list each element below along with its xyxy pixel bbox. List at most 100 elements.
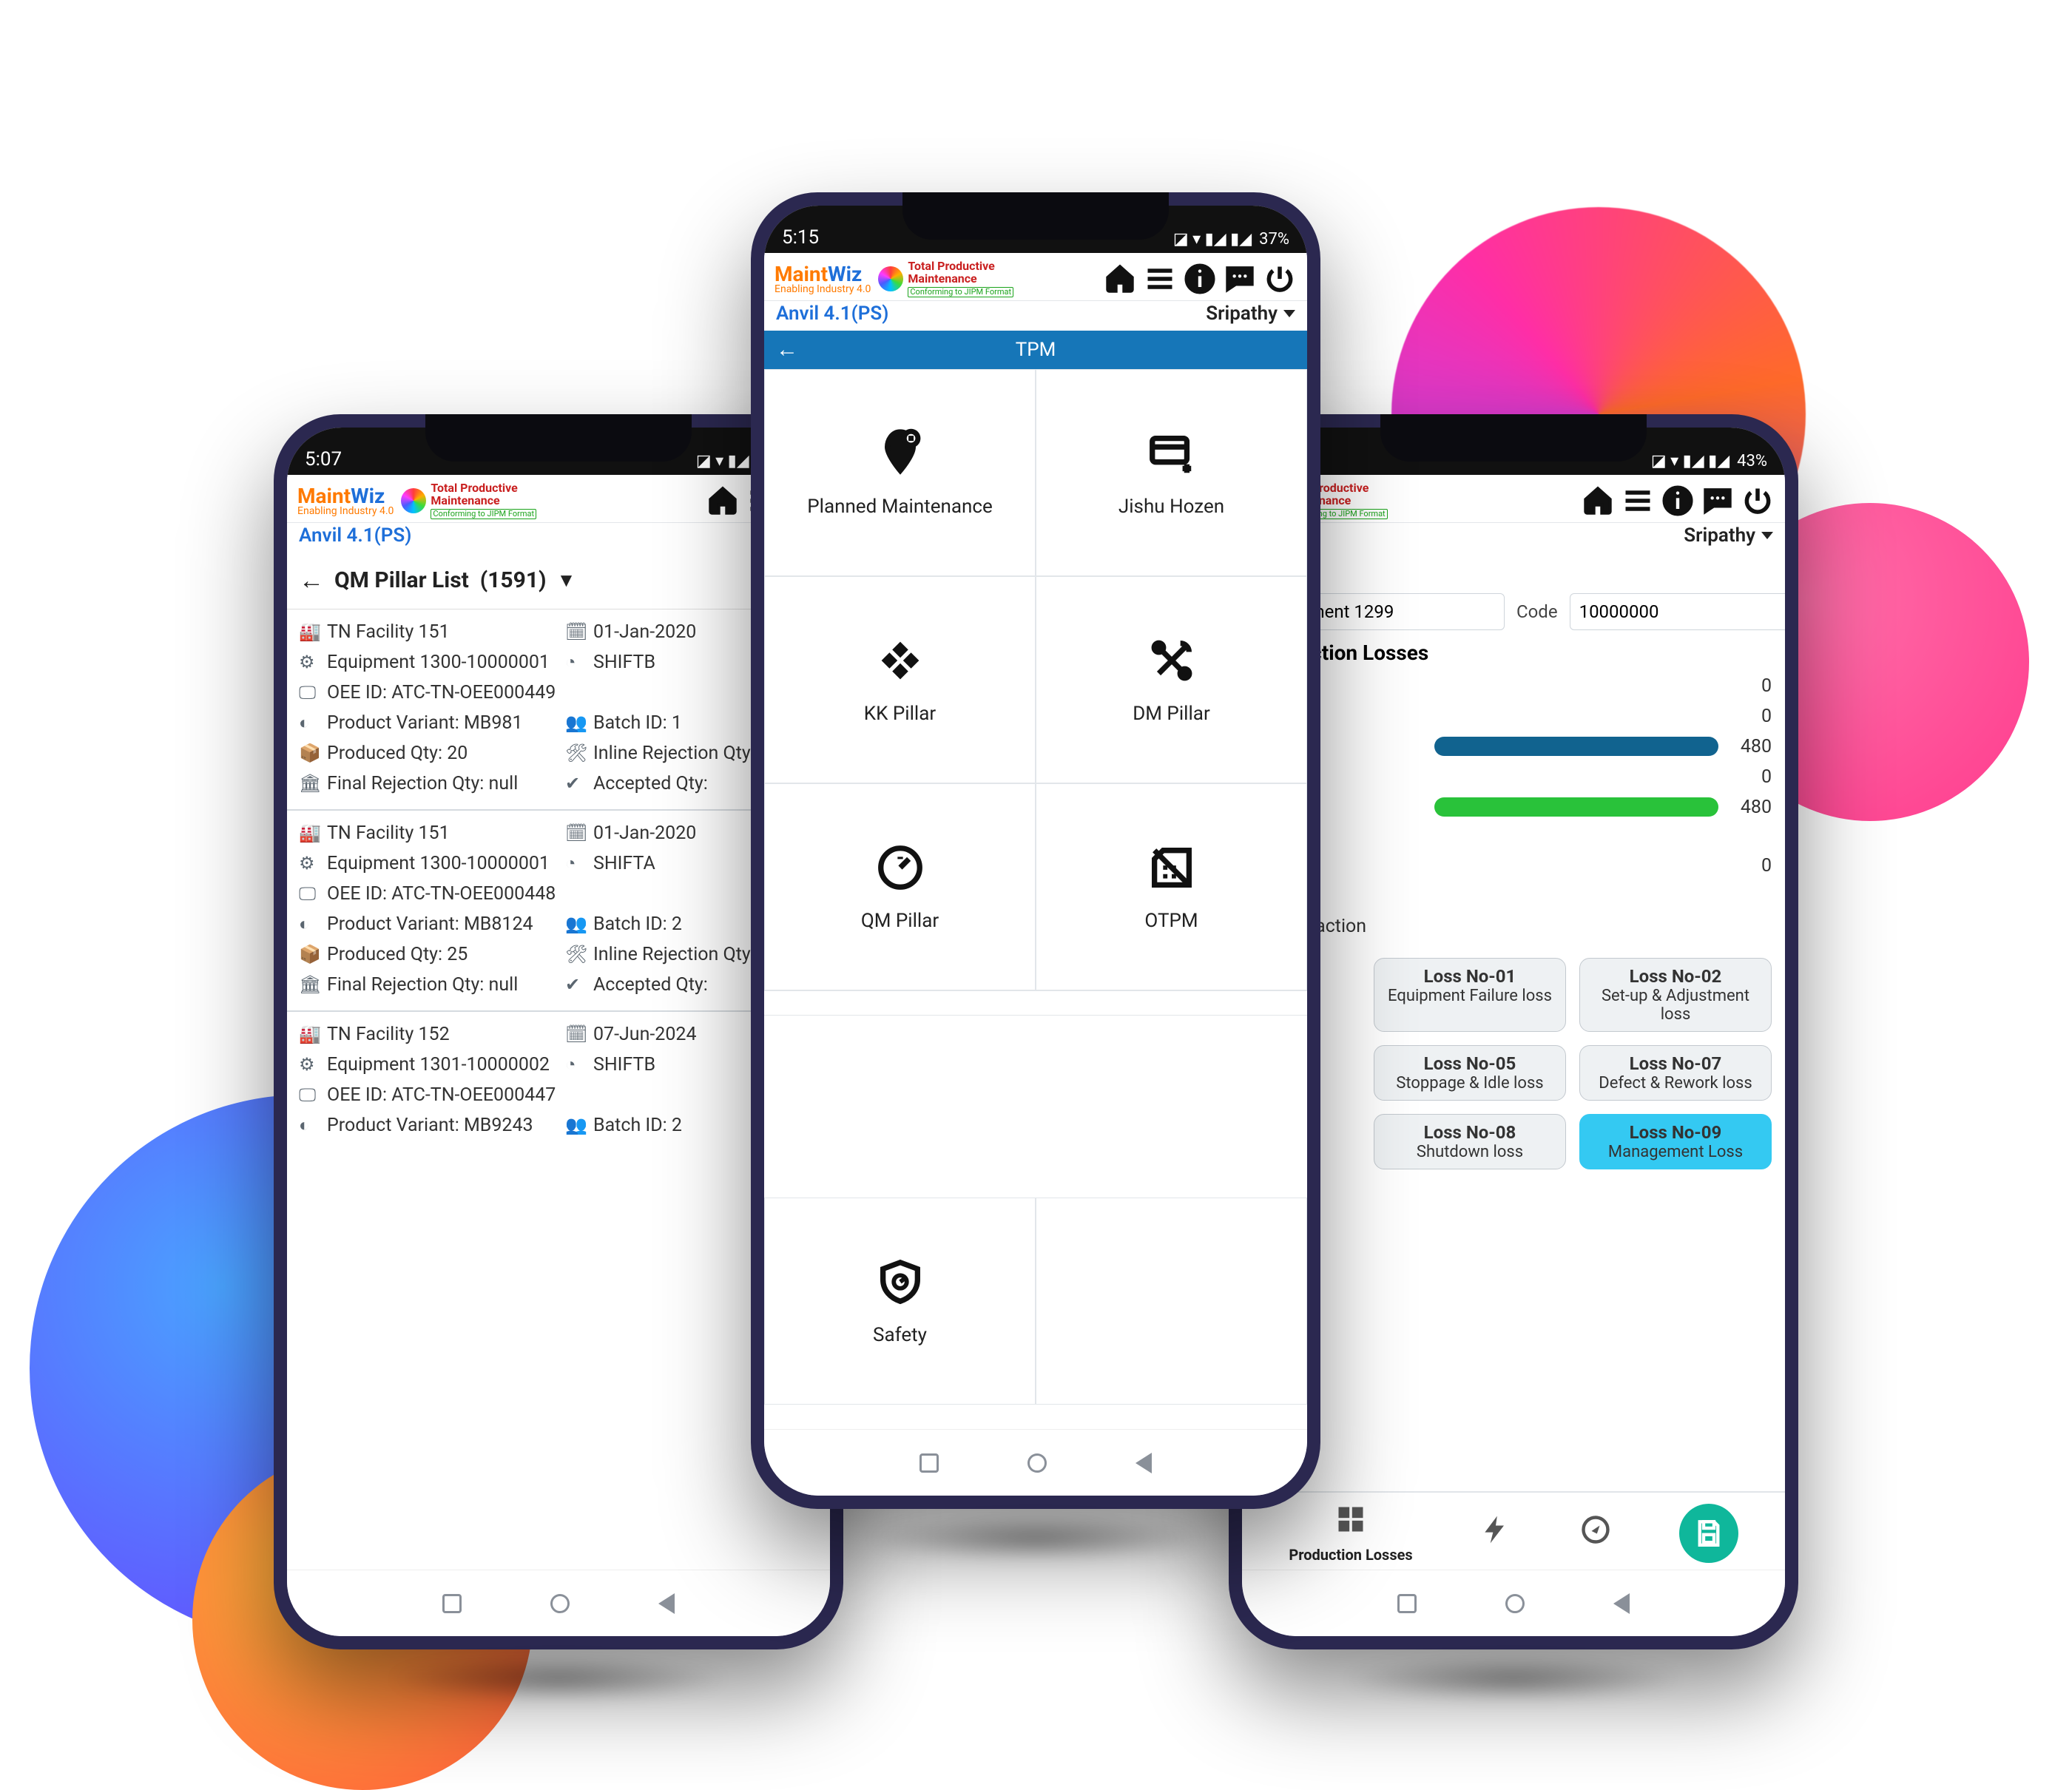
- tile-label: Jishu Hozen: [1118, 496, 1224, 518]
- user-dropdown[interactable]: Sripathy: [1684, 524, 1773, 547]
- tpm-logo: Total ProductiveMaintenanceConforming to…: [401, 482, 536, 519]
- monitor-icon: 🖵: [299, 883, 320, 904]
- notch: [902, 192, 1169, 240]
- save-fab[interactable]: [1679, 1504, 1738, 1563]
- qm-list[interactable]: 🏭TN Facility 151🗓01-Jan-2020 ⚙Equipment …: [287, 609, 830, 1570]
- qm-card[interactable]: 🏭TN Facility 151🗓01-Jan-2020 ⚙Equipment …: [287, 609, 830, 809]
- tile-jishu-hozen[interactable]: Jishu Hozen: [1036, 369, 1307, 576]
- accepted-icon: ✔: [565, 773, 586, 794]
- status-icons: ◪ ▾ ▮◢ ▮◢ 43%: [1651, 452, 1767, 470]
- tile-label: Safety: [873, 1324, 927, 1346]
- code-input[interactable]: [1570, 593, 1785, 630]
- qm-list-title-bar: ← QM Pillar List (1591) ▼: [287, 553, 830, 609]
- nav-recent-icon[interactable]: [442, 1594, 462, 1613]
- list-title: QM Pillar List (1591): [334, 567, 547, 593]
- chevron-down-icon: [1283, 310, 1295, 317]
- loss-chip-01[interactable]: Loss No-01Equipment Failure loss: [1374, 958, 1566, 1032]
- nav-recent-icon[interactable]: [1397, 1594, 1417, 1613]
- tpm-grid: Planned Maintenance Jishu Hozen KK Pilla…: [764, 369, 1307, 1429]
- loss-chip-08[interactable]: Loss No-08Shutdown loss: [1374, 1114, 1566, 1169]
- losses-heading: Production Losses: [1255, 641, 1772, 665]
- bottom-bar: Production Losses: [1242, 1491, 1785, 1570]
- app-header: Total ProductiveMaintenanceConforming to…: [1242, 475, 1785, 523]
- tile-otpm[interactable]: OTPM: [1036, 783, 1307, 990]
- home-icon[interactable]: [1581, 484, 1615, 518]
- tile-dm-pillar[interactable]: DM Pillar: [1036, 576, 1307, 783]
- nav-back-icon[interactable]: [1613, 1593, 1630, 1614]
- grid-gap: [764, 990, 1307, 1016]
- variant-icon: ◐: [299, 1115, 320, 1136]
- color-wheel-icon: [401, 488, 426, 513]
- shadow: [865, 1516, 1207, 1561]
- power-icon[interactable]: [1263, 262, 1297, 296]
- batch-icon: 👥: [565, 913, 586, 934]
- info-icon[interactable]: [1661, 484, 1695, 518]
- loss-chip-02[interactable]: Loss No-02Set-up & Adjustment loss: [1579, 958, 1772, 1032]
- variant-icon: ◐: [299, 712, 320, 734]
- notch: [1380, 414, 1647, 462]
- batch-icon: 👥: [565, 712, 586, 733]
- tile-label: OTPM: [1144, 910, 1198, 932]
- tile-planned-maintenance[interactable]: Planned Maintenance: [764, 369, 1036, 576]
- back-arrow-icon[interactable]: ←: [776, 337, 798, 362]
- tab-production-losses[interactable]: Production Losses: [1289, 1503, 1412, 1564]
- filter-icon[interactable]: ▼: [557, 569, 576, 592]
- equipment-icon: ⚙: [299, 652, 320, 672]
- tile-label: Planned Maintenance: [807, 496, 993, 518]
- monitor-icon: 🖵: [299, 682, 320, 703]
- nav-recent-icon[interactable]: [919, 1453, 939, 1473]
- nav-back-icon[interactable]: [1135, 1453, 1152, 1473]
- batch-icon: 👥: [565, 1115, 586, 1135]
- shift-icon: ◔: [565, 853, 586, 874]
- tab-compass[interactable]: [1579, 1513, 1612, 1553]
- bank-icon: 🏛: [299, 974, 320, 995]
- home-icon[interactable]: [706, 484, 740, 518]
- tab-energy[interactable]: [1479, 1513, 1512, 1553]
- shift-icon: ◔: [565, 1054, 586, 1075]
- status-time: 5:07: [305, 448, 342, 470]
- qm-card[interactable]: 🏭TN Facility 152🗓07-Jun-2024 ⚙Equipment …: [287, 1010, 830, 1151]
- tile-safety[interactable]: Safety: [764, 1198, 1036, 1405]
- nav-home-icon[interactable]: [550, 1594, 570, 1613]
- metrics: 0 Loss0 480 0 480 Loss0 ction c Transact…: [1255, 671, 1772, 942]
- calendar-icon: 🗓: [565, 621, 586, 642]
- maintwiz-tagline: Enabling Industry 4.0: [775, 283, 871, 295]
- produced-icon: 📦: [299, 944, 320, 965]
- bar-blue: [1434, 737, 1718, 756]
- tile-label: KK Pillar: [864, 703, 936, 725]
- menu-icon[interactable]: [1143, 262, 1177, 296]
- tile-kk-pillar[interactable]: KK Pillar: [764, 576, 1036, 783]
- shift-icon: ◔: [565, 652, 586, 673]
- calendar-icon: 🗓: [565, 823, 586, 843]
- tenant-label: Anvil 4.1(PS): [299, 524, 411, 547]
- bar-green: [1434, 797, 1718, 817]
- power-icon[interactable]: [1741, 484, 1775, 518]
- chat-icon[interactable]: [1223, 262, 1257, 296]
- nav-home-icon[interactable]: [1505, 1594, 1525, 1613]
- user-dropdown[interactable]: Sripathy: [1206, 303, 1295, 325]
- loss-chip-05[interactable]: Loss No-05Stoppage & Idle loss: [1374, 1045, 1566, 1101]
- qm-card[interactable]: 🏭TN Facility 151🗓01-Jan-2020 ⚙Equipment …: [287, 809, 830, 1010]
- oee-title: OEE: [1255, 563, 1772, 587]
- loss-chip-07[interactable]: Loss No-07Defect & Rework loss: [1579, 1045, 1772, 1101]
- chat-icon[interactable]: [1701, 484, 1735, 518]
- home-icon[interactable]: [1103, 262, 1137, 296]
- tile-empty: [1036, 1198, 1307, 1405]
- code-label: Code: [1516, 601, 1558, 622]
- tpm-logo: Total ProductiveMaintenanceConforming to…: [878, 260, 1013, 297]
- tile-qm-pillar[interactable]: QM Pillar: [764, 783, 1036, 990]
- nav-home-icon[interactable]: [1027, 1453, 1047, 1473]
- info-icon[interactable]: [1183, 262, 1217, 296]
- chevron-down-icon: [1761, 532, 1773, 539]
- android-nav: [287, 1570, 830, 1636]
- back-arrow-icon[interactable]: ←: [299, 566, 324, 595]
- loss-chip-09[interactable]: Loss No-09Management Loss: [1579, 1114, 1772, 1169]
- nav-back-icon[interactable]: [658, 1593, 675, 1614]
- variant-icon: ◐: [299, 913, 320, 935]
- monitor-icon: 🖵: [299, 1084, 320, 1105]
- tenant-label: Anvil 4.1(PS): [776, 303, 888, 325]
- accepted-icon: ✔: [565, 974, 586, 995]
- tools-icon: 🛠: [565, 743, 586, 763]
- menu-icon[interactable]: [1621, 484, 1655, 518]
- tools-icon: 🛠: [565, 944, 586, 965]
